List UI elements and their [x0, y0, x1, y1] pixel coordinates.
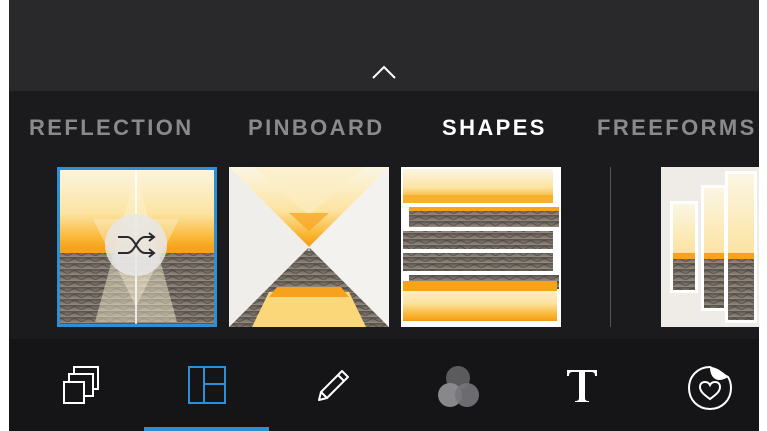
tab-shapes[interactable]: SHAPES: [442, 115, 547, 141]
text-tool-button[interactable]: [519, 339, 644, 431]
active-tool-indicator: [144, 427, 269, 431]
collage-preview-area: [9, 0, 759, 91]
tab-freeforms[interactable]: FREEFORMS: [597, 115, 757, 141]
sticker-icon: [687, 365, 733, 411]
pencil-icon: [318, 370, 349, 401]
layout-thumbnail-strip: [9, 167, 759, 339]
section-divider: [610, 167, 611, 327]
layout-thumbnail-stripes[interactable]: [401, 167, 561, 327]
layout-thumbnail-columns[interactable]: [661, 167, 759, 327]
draw-tool-button[interactable]: [269, 339, 394, 431]
sticker-tool-button[interactable]: [644, 339, 759, 431]
layout-icon: [188, 366, 226, 404]
bottom-toolbar: [9, 339, 759, 431]
color-circles-icon: [438, 366, 479, 407]
layout-category-tabs: REFLECTION PINBOARD SHAPES FREEFORMS: [9, 91, 759, 167]
layers-tool-button[interactable]: [18, 339, 143, 431]
shuffle-icon: [118, 232, 156, 258]
chevron-up-icon[interactable]: [371, 64, 397, 80]
collage-editor: REFLECTION PINBOARD SHAPES FREEFORMS: [9, 0, 759, 431]
text-icon: [567, 370, 597, 402]
shuffle-button[interactable]: [105, 214, 167, 276]
layout-thumbnail-hourglass[interactable]: [229, 167, 389, 327]
filters-tool-button[interactable]: [394, 339, 519, 431]
tab-pinboard[interactable]: PINBOARD: [248, 115, 385, 141]
layout-tool-button[interactable]: [144, 339, 269, 431]
layout-thumbnail-triangles[interactable]: [57, 167, 217, 327]
layers-icon: [63, 366, 99, 404]
tab-reflection[interactable]: REFLECTION: [29, 115, 194, 141]
